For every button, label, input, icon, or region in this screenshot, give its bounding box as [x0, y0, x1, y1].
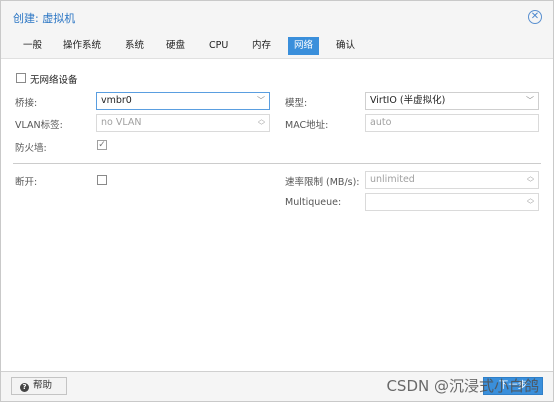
chevron-down-icon[interactable]: ﹀ [257, 93, 265, 109]
tab-system[interactable]: 系统 [119, 37, 150, 55]
no-network-label: 无网络设备 [30, 75, 78, 86]
chevron-down-icon[interactable]: ﹀ [526, 93, 534, 109]
rate-limit-label: 速率限制 (MB/s): [285, 177, 360, 188]
create-vm-dialog: 创建: 虚拟机 ✕ 一般 操作系统 系统 硬盘 CPU 内存 网络 确认 无网络… [0, 0, 554, 402]
tab-cpu[interactable]: CPU [203, 37, 234, 55]
close-icon[interactable]: ✕ [528, 10, 542, 24]
disconnect-label: 断开: [15, 177, 38, 188]
model-select[interactable]: VirtIO (半虚拟化) ﹀ [365, 92, 539, 110]
tab-network[interactable]: 网络 [288, 37, 320, 55]
disconnect-checkbox[interactable] [97, 175, 107, 185]
multiqueue-field[interactable]: ︿ ﹀ [365, 193, 539, 211]
tab-disk[interactable]: 硬盘 [160, 37, 191, 55]
tab-memory[interactable]: 内存 [246, 37, 277, 55]
no-network-checkbox[interactable] [16, 73, 26, 83]
mac-field[interactable]: auto [365, 114, 539, 132]
watermark: CSDN @沉浸式小白鸽 [386, 377, 539, 395]
spinner-icon[interactable]: ︿ ﹀ [527, 173, 534, 187]
firewall-checkbox[interactable]: ✓ [97, 140, 107, 150]
dialog-title: 创建: 虚拟机 [13, 12, 76, 25]
bridge-select[interactable]: vmbr0 ﹀ [96, 92, 270, 110]
model-label: 模型: [285, 98, 308, 109]
vlan-label: VLAN标签: [15, 120, 63, 131]
section-divider [13, 163, 541, 164]
spinner-icon[interactable]: ︿ ﹀ [258, 116, 265, 130]
rate-limit-placeholder: unlimited [370, 174, 415, 185]
vlan-field[interactable]: no VLAN ︿ ﹀ [96, 114, 270, 132]
tab-general[interactable]: 一般 [17, 37, 48, 55]
bridge-value: vmbr0 [101, 95, 132, 106]
help-button-label: 帮助 [33, 380, 53, 391]
vlan-placeholder: no VLAN [101, 117, 142, 128]
mac-placeholder: auto [370, 117, 392, 128]
network-panel: 无网络设备 桥接: vmbr0 ﹀ 模型: VirtIO (半虚拟化) ﹀ VL… [1, 60, 553, 372]
wizard-tabs: 一般 操作系统 系统 硬盘 CPU 内存 网络 确认 [1, 33, 553, 59]
firewall-label: 防火墙: [15, 143, 47, 154]
multiqueue-label: Multiqueue: [285, 197, 342, 208]
spinner-icon[interactable]: ︿ ﹀ [527, 195, 534, 209]
dialog-titlebar: 创建: 虚拟机 ✕ [1, 1, 553, 33]
help-icon: ? [20, 383, 29, 392]
bridge-label: 桥接: [15, 98, 38, 109]
model-value: VirtIO (半虚拟化) [370, 95, 446, 106]
rate-limit-field[interactable]: unlimited ︿ ﹀ [365, 171, 539, 189]
mac-label: MAC地址: [285, 120, 329, 131]
tab-os[interactable]: 操作系统 [57, 37, 107, 55]
tab-confirm[interactable]: 确认 [330, 37, 361, 55]
help-button[interactable]: ? 帮助 [11, 377, 67, 395]
